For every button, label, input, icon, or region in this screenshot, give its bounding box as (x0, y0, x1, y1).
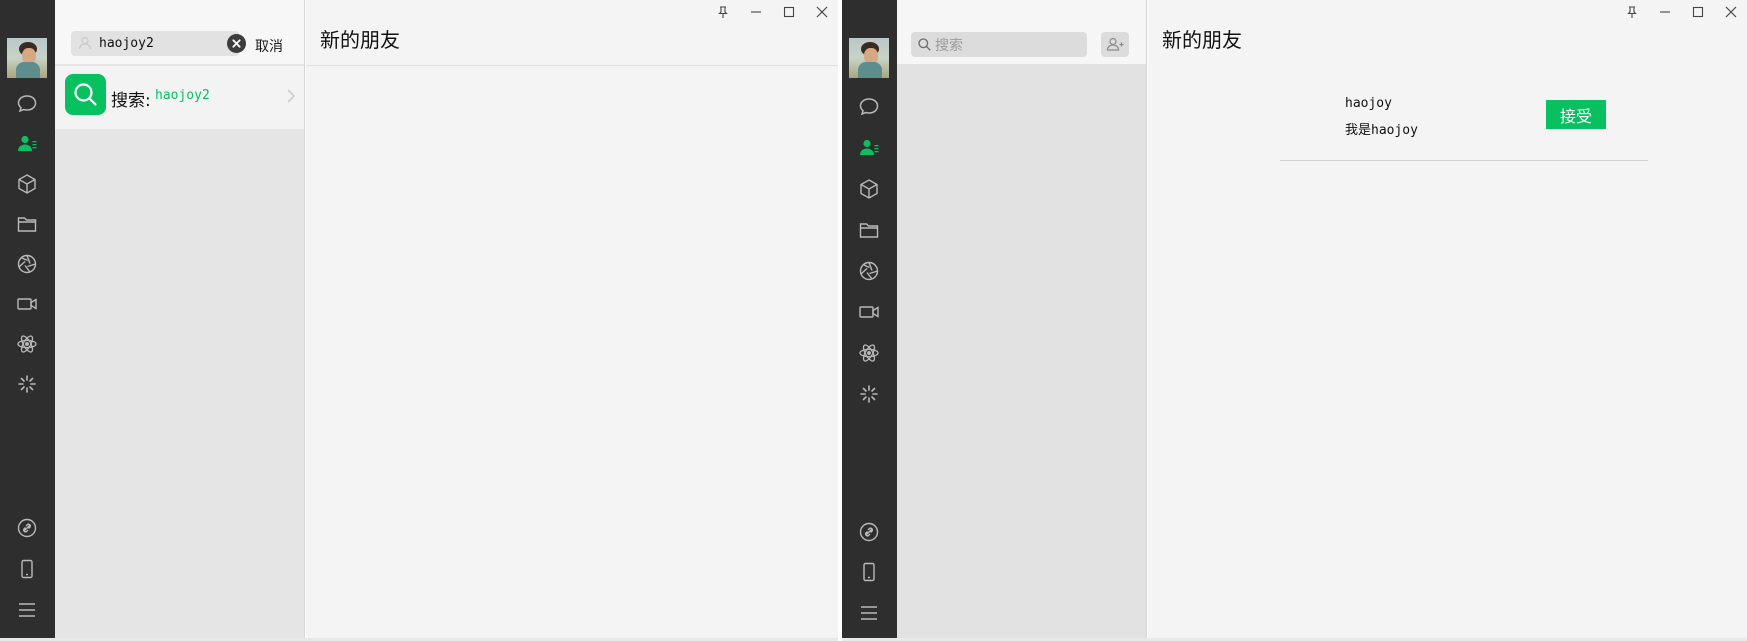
avatar[interactable] (849, 38, 889, 78)
search-icon (917, 37, 932, 52)
close-icon[interactable] (805, 0, 838, 24)
chevron-right-icon (286, 88, 296, 104)
pin-icon[interactable] (706, 0, 739, 24)
atom-icon[interactable] (857, 341, 881, 365)
minimize-icon[interactable] (739, 0, 772, 24)
video-icon[interactable] (15, 292, 39, 316)
spark-icon[interactable] (15, 372, 39, 396)
search-result-label: 搜索: (111, 91, 151, 111)
search-result-term: haojoy2 (155, 88, 210, 103)
sidebar (0, 0, 55, 638)
add-contact-button[interactable] (1101, 32, 1129, 57)
add-contact-icon (1106, 37, 1124, 51)
right-window: 新的朋友 haojoy 我是haojoy 接受 (842, 0, 1747, 641)
clear-icon[interactable] (227, 34, 246, 53)
friend-request-message: 我是haojoy (1345, 123, 1418, 138)
atom-icon[interactable] (15, 332, 39, 356)
search-box[interactable] (71, 31, 246, 56)
window-controls (1615, 0, 1747, 24)
search-result-item[interactable]: 搜索: haojoy2 (55, 66, 304, 129)
contacts-icon[interactable] (15, 132, 39, 156)
friend-request-item: haojoy 我是haojoy 接受 (1148, 90, 1747, 162)
menu-icon[interactable] (857, 601, 881, 625)
contacts-icon[interactable] (857, 136, 881, 160)
main-panel: 新的朋友 (306, 0, 838, 638)
accept-button[interactable]: 接受 (1546, 100, 1606, 129)
link-icon[interactable] (15, 516, 39, 540)
folder-icon[interactable] (15, 212, 39, 236)
phone-icon[interactable] (15, 557, 39, 581)
link-icon[interactable] (857, 520, 881, 544)
contact-list-pane: 取消 搜索: haojoy2 (55, 0, 305, 638)
friend-request-divider (1280, 160, 1648, 161)
minimize-icon[interactable] (1648, 0, 1681, 24)
search-input[interactable] (99, 33, 209, 54)
main-panel: 新的朋友 haojoy 我是haojoy 接受 (1148, 0, 1747, 638)
maximize-icon[interactable] (772, 0, 805, 24)
menu-icon[interactable] (15, 598, 39, 622)
page-title: 新的朋友 (320, 28, 400, 52)
cancel-button[interactable]: 取消 (255, 36, 283, 56)
page-title: 新的朋友 (1162, 28, 1242, 52)
contact-list-pane (897, 0, 1147, 638)
spark-icon[interactable] (857, 382, 881, 406)
search-icon (65, 74, 106, 115)
chat-icon[interactable] (15, 92, 39, 116)
close-icon[interactable] (1714, 0, 1747, 24)
box-icon[interactable] (857, 177, 881, 201)
friend-request-name: haojoy (1345, 96, 1392, 111)
title-divider (306, 65, 838, 66)
maximize-icon[interactable] (1681, 0, 1714, 24)
left-window: 取消 搜索: haojoy2 (0, 0, 838, 641)
sidebar (842, 0, 897, 638)
user-search-icon (77, 35, 93, 51)
pin-icon[interactable] (1615, 0, 1648, 24)
avatar[interactable] (7, 38, 47, 78)
folder-icon[interactable] (857, 218, 881, 242)
window-controls (706, 0, 838, 24)
search-header (897, 0, 1146, 64)
phone-icon[interactable] (857, 560, 881, 584)
search-header: 取消 (55, 0, 304, 64)
video-icon[interactable] (857, 300, 881, 324)
search-box[interactable] (911, 32, 1087, 57)
aperture-icon[interactable] (857, 259, 881, 283)
aperture-icon[interactable] (15, 252, 39, 276)
chat-icon[interactable] (857, 95, 881, 119)
search-input[interactable] (935, 34, 1080, 55)
box-icon[interactable] (15, 172, 39, 196)
